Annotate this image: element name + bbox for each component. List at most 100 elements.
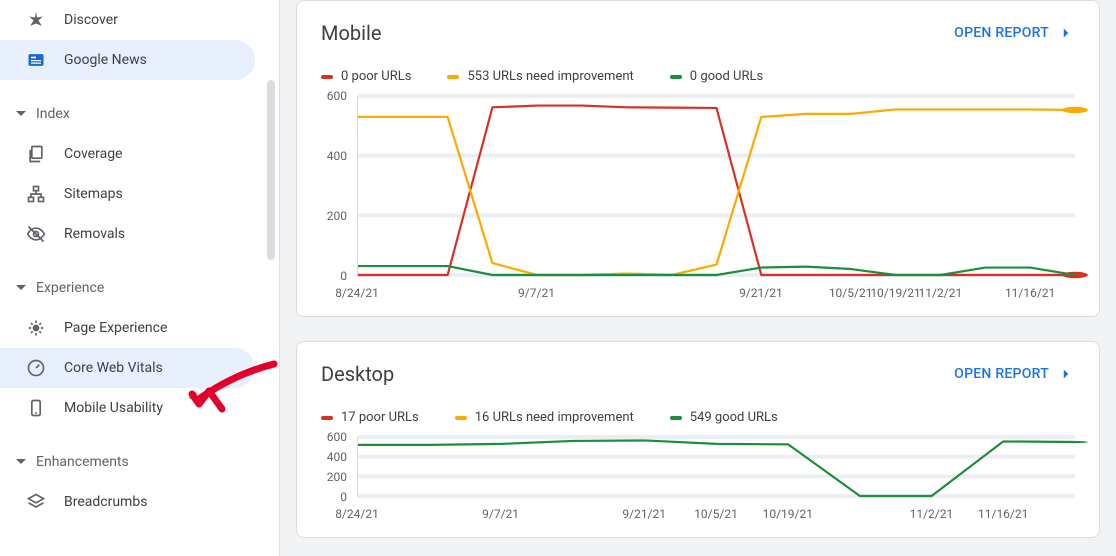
main-content: Mobile OPEN REPORT 0 poor URLs 553 URLs … (280, 0, 1116, 556)
legend-item-good: 0 good URLs (670, 69, 763, 84)
chevron-right-icon (1057, 24, 1075, 42)
sidebar-item-label: Removals (64, 227, 125, 241)
sidebar-section-label: Experience (36, 280, 104, 296)
sidebar-item-core-web-vitals[interactable]: Core Web Vitals (0, 348, 255, 388)
sidebar-item-label: Discover (64, 13, 118, 27)
asterisk-icon (24, 8, 48, 32)
x-tick-label: 9/7/21 (518, 286, 555, 300)
sidebar-item-label: Core Web Vitals (64, 361, 163, 375)
x-tick-label: 9/21/21 (622, 507, 666, 521)
legend-item-poor: 17 poor URLs (321, 410, 419, 425)
layers-icon (24, 490, 48, 514)
scrollbar-thumb[interactable] (267, 80, 275, 260)
sidebar-item-label: Page Experience (64, 321, 167, 335)
legend-item-improve: 553 URLs need improvement (447, 69, 633, 84)
x-tick-label: 11/16/21 (1005, 286, 1055, 300)
legend-mobile: 0 poor URLs 553 URLs need improvement 0 … (321, 69, 1075, 84)
sidebar-section-index[interactable]: Index (0, 94, 279, 134)
open-report-button-desktop[interactable]: OPEN REPORT (954, 365, 1075, 383)
sparkle-icon (24, 316, 48, 340)
file-copy-icon (24, 142, 48, 166)
x-tick-label: 11/2/21 (910, 507, 954, 521)
y-tick-label: 0 (340, 269, 347, 283)
sidebar-section-label: Index (36, 106, 70, 122)
y-tick-label: 200 (327, 209, 347, 223)
plot-area (357, 437, 1075, 497)
legend-swatch-good (670, 75, 682, 79)
y-tick-label: 600 (327, 430, 347, 444)
series-line (358, 106, 1075, 275)
legend-label: 553 URLs need improvement (467, 69, 633, 84)
x-tick-label: 10/19/21 (870, 286, 920, 300)
x-tick-label: 10/5/21 (829, 286, 873, 300)
sidebar-section-experience[interactable]: Experience (0, 268, 279, 308)
legend-item-good: 549 good URLs (670, 410, 778, 425)
sidebar-item-label: Sitemaps (64, 187, 123, 201)
y-tick-label: 600 (327, 89, 347, 103)
series-endpoint (1062, 107, 1088, 113)
x-tick-label: 8/24/21 (335, 286, 379, 300)
sidebar: Discover Google News Index Coverage Site… (0, 0, 280, 556)
card-title-mobile: Mobile (321, 21, 381, 45)
legend-swatch-poor (321, 416, 333, 420)
chart-desktop: 0200400600 8/24/21 9/7/21 9/21/21 10/5/21 10… (321, 437, 1075, 527)
legend-desktop: 17 poor URLs 16 URLs need improvement 54… (321, 410, 1075, 425)
open-report-button-mobile[interactable]: OPEN REPORT (954, 24, 1075, 42)
chart-mobile: 0200400600 8/24/219/7/219/21/2110/5/2110… (321, 96, 1075, 306)
legend-item-improve: 16 URLs need improvement (455, 410, 634, 425)
chart-svg (358, 96, 1075, 275)
sidebar-item-google-news[interactable]: Google News (0, 40, 255, 80)
sidebar-item-mobile-usability[interactable]: Mobile Usability (0, 388, 255, 428)
x-tick-label: 10/5/21 (694, 507, 738, 521)
sidebar-item-label: Coverage (64, 147, 122, 161)
legend-label: 0 poor URLs (341, 69, 411, 84)
y-tick-label: 0 (340, 490, 347, 504)
series-line (358, 109, 1075, 275)
card-title-desktop: Desktop (321, 362, 394, 386)
sidebar-item-breadcrumbs[interactable]: Breadcrumbs (0, 482, 255, 522)
sitemap-icon (24, 182, 48, 206)
sidebar-item-label: Mobile Usability (64, 401, 163, 415)
sidebar-item-page-experience[interactable]: Page Experience (0, 308, 255, 348)
legend-item-poor: 0 poor URLs (321, 69, 411, 84)
chevron-right-icon (1057, 365, 1075, 383)
x-tick-label: 10/19/21 (763, 507, 813, 521)
sidebar-section-enhancements[interactable]: Enhancements (0, 442, 279, 482)
x-axis: 8/24/219/7/219/21/2110/5/2110/19/2111/2/… (357, 280, 1075, 306)
sidebar-item-label: Breadcrumbs (64, 495, 147, 509)
eye-off-icon (24, 222, 48, 246)
legend-label: 16 URLs need improvement (475, 410, 634, 425)
x-tick-label: 11/2/21 (919, 286, 963, 300)
y-axis: 0200400600 (321, 96, 351, 276)
legend-label: 0 good URLs (690, 69, 763, 84)
y-tick-label: 200 (327, 470, 347, 484)
y-tick-label: 400 (327, 149, 347, 163)
x-tick-label: 9/7/21 (482, 507, 519, 521)
legend-swatch-improve (447, 75, 459, 79)
sidebar-section-label: Enhancements (36, 454, 129, 470)
x-tick-label: 11/16/21 (978, 507, 1028, 521)
sidebar-item-sitemaps[interactable]: Sitemaps (0, 174, 255, 214)
legend-swatch-good (670, 416, 682, 420)
y-tick-label: 400 (327, 450, 347, 464)
y-axis: 0200400600 (321, 437, 351, 497)
caret-down-icon (16, 109, 26, 119)
sidebar-item-discover[interactable]: Discover (0, 0, 255, 40)
news-icon (24, 48, 48, 72)
open-report-label: OPEN REPORT (954, 25, 1049, 41)
plot-area (357, 96, 1075, 276)
phone-icon (24, 396, 48, 420)
sidebar-item-label: Google News (64, 53, 147, 67)
card-mobile: Mobile OPEN REPORT 0 poor URLs 553 URLs … (296, 0, 1100, 317)
series-line (358, 440, 1075, 496)
x-tick-label: 8/24/21 (335, 507, 379, 521)
legend-swatch-poor (321, 75, 333, 79)
x-tick-label: 9/21/21 (739, 286, 783, 300)
sidebar-item-coverage[interactable]: Coverage (0, 134, 255, 174)
series-endpoint (1062, 441, 1088, 443)
caret-down-icon (16, 283, 26, 293)
sidebar-item-removals[interactable]: Removals (0, 214, 255, 254)
legend-swatch-improve (455, 416, 467, 420)
legend-label: 17 poor URLs (341, 410, 419, 425)
speedometer-icon (24, 356, 48, 380)
